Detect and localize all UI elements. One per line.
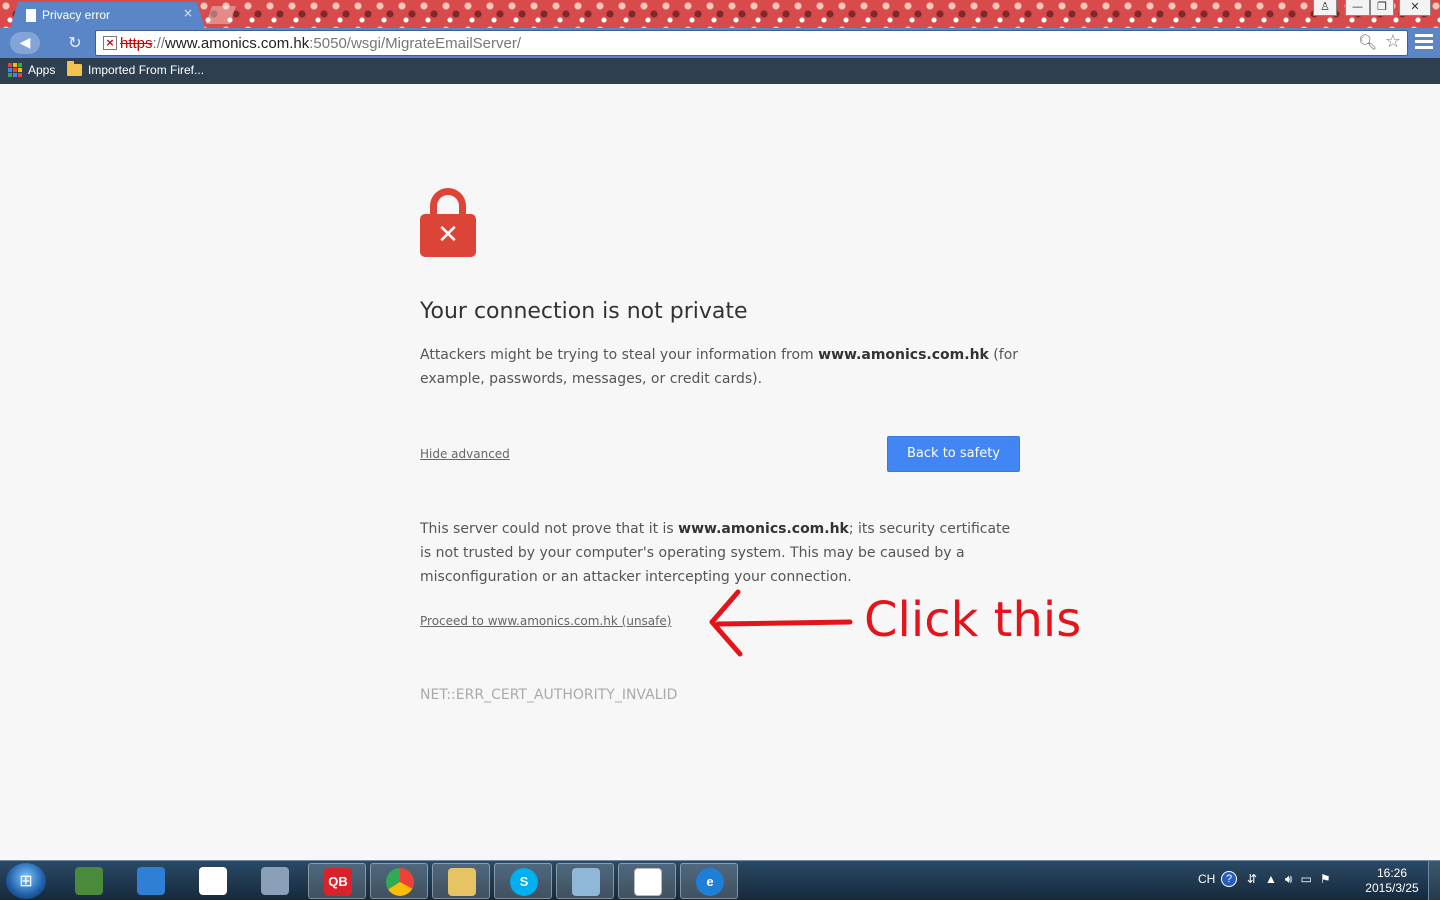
back-to-safety-button[interactable]: Back to safety xyxy=(887,436,1020,472)
taskbar-skype-app[interactable]: S xyxy=(494,863,552,899)
url-host: www.amonics.com.hk xyxy=(165,35,310,52)
taskbar-grid-app[interactable] xyxy=(184,863,242,899)
interstitial-page: ✕ Your connection is not private Attacke… xyxy=(0,84,1440,860)
close-window-button[interactable]: ✕ xyxy=(1399,0,1431,16)
back-button[interactable]: ◀ xyxy=(10,32,40,54)
taskbar-explorer-app[interactable] xyxy=(432,863,490,899)
taskbar-notes-app[interactable] xyxy=(556,863,614,899)
url-text[interactable]: https://www.amonics.com.hk:5050/wsgi/Mig… xyxy=(120,35,521,52)
bookmarks-bar: Apps Imported From Firef... xyxy=(0,58,1440,84)
clock[interactable]: 16:26 2015/3/25 xyxy=(1362,866,1422,896)
bookmark-folder-imported[interactable]: Imported From Firef... xyxy=(67,61,205,77)
error-code: NET::ERR_CERT_AUTHORITY_INVALID xyxy=(420,687,678,703)
title-bar: Privacy error × ♙ — ❐ ✕ xyxy=(0,0,1440,52)
ie-app-icon: e xyxy=(696,868,724,896)
annotation-text: Click this xyxy=(864,592,1082,648)
url-separator: :// xyxy=(152,35,166,52)
clock-date: 2015/3/25 xyxy=(1365,881,1419,895)
bookmark-star-icon[interactable]: ☆ xyxy=(1385,31,1401,52)
bookmark-apps[interactable]: Apps xyxy=(8,63,55,77)
tray-icons[interactable]: ⇵▲🔊︎▭⚑ xyxy=(1247,872,1339,887)
reload-icon: ↻ xyxy=(68,33,82,52)
taskbar-tools-app[interactable] xyxy=(246,863,304,899)
browser-toolbar: ◀ ↻ × https://www.amonics.com.hk:5050/ws… xyxy=(0,28,1440,58)
details-host: www.amonics.com.hk xyxy=(678,521,849,537)
skype-app-icon: S xyxy=(510,868,538,896)
taskbar-ie-app[interactable]: e xyxy=(680,863,738,899)
hide-advanced-link[interactable]: Hide advanced xyxy=(420,447,510,461)
reload-button[interactable]: ↻ xyxy=(64,32,86,54)
proceed-unsafe-link[interactable]: Proceed to www.amonics.com.hk (unsafe) xyxy=(420,614,671,628)
qb-app-icon: QB xyxy=(324,868,352,896)
apps-grid-icon xyxy=(8,63,22,77)
tab-privacy-error[interactable]: Privacy error × xyxy=(10,2,205,29)
tab-title: Privacy error xyxy=(42,8,111,22)
chrome-app-icon xyxy=(386,868,414,896)
minimize-button[interactable]: — xyxy=(1345,0,1370,16)
blank-doc-app-icon xyxy=(634,868,662,896)
explorer-app-icon xyxy=(448,868,476,896)
menu-icon[interactable] xyxy=(1415,34,1433,50)
restore-button[interactable]: ❐ xyxy=(1370,0,1394,16)
url-scheme: https xyxy=(120,35,153,52)
show-desktop-button[interactable] xyxy=(1428,861,1440,900)
cloud-app-icon xyxy=(137,867,165,895)
taskbar-qb-app[interactable]: QB xyxy=(308,863,366,899)
insecure-lock-icon[interactable]: × xyxy=(103,36,117,50)
bookmark-folder-label: Imported From Firef... xyxy=(88,63,205,77)
details-paragraph: This server could not prove that it is w… xyxy=(420,521,1011,585)
start-button[interactable]: ⊞ xyxy=(6,863,46,899)
input-method-indicator[interactable]: CH xyxy=(1198,872,1215,886)
intro-host: www.amonics.com.hk xyxy=(818,347,989,363)
address-bar[interactable]: × https://www.amonics.com.hk:5050/wsgi/M… xyxy=(95,30,1408,56)
taskbar-blank-doc-app[interactable] xyxy=(618,863,676,899)
url-path: :5050/wsgi/MigrateEmailServer/ xyxy=(309,35,522,52)
taskbar-chrome-app[interactable] xyxy=(370,863,428,899)
taskbar: ⊞ QB Se CH ? ⇵▲🔊︎▭⚑ 16:26 2015/3/25 xyxy=(0,860,1440,900)
search-icon[interactable]: 🔍︎ xyxy=(1358,33,1377,51)
page-title: Your connection is not private xyxy=(420,299,748,324)
help-icon[interactable]: ? xyxy=(1221,871,1237,887)
document-icon xyxy=(26,9,36,22)
back-arrow-icon: ◀ xyxy=(19,35,31,51)
bookmark-apps-label: Apps xyxy=(28,63,56,77)
notes-app-icon xyxy=(572,868,600,896)
new-tab-button[interactable] xyxy=(206,6,236,24)
taskbar-finance-app[interactable] xyxy=(60,863,118,899)
finance-app-icon xyxy=(75,867,103,895)
taskbar-cloud-app[interactable] xyxy=(122,863,180,899)
broken-lock-icon: ✕ xyxy=(420,188,476,258)
user-switch-button[interactable]: ♙ xyxy=(1313,0,1337,16)
tab-close-icon[interactable]: × xyxy=(183,6,193,20)
grid-app-icon xyxy=(199,867,227,895)
folder-icon xyxy=(67,61,82,76)
annotation-arrow xyxy=(709,589,853,657)
windows-logo-icon: ⊞ xyxy=(19,871,33,890)
tools-app-icon xyxy=(261,867,289,895)
clock-time: 16:26 xyxy=(1376,866,1408,880)
intro-paragraph: Attackers might be trying to steal your … xyxy=(420,347,1019,387)
